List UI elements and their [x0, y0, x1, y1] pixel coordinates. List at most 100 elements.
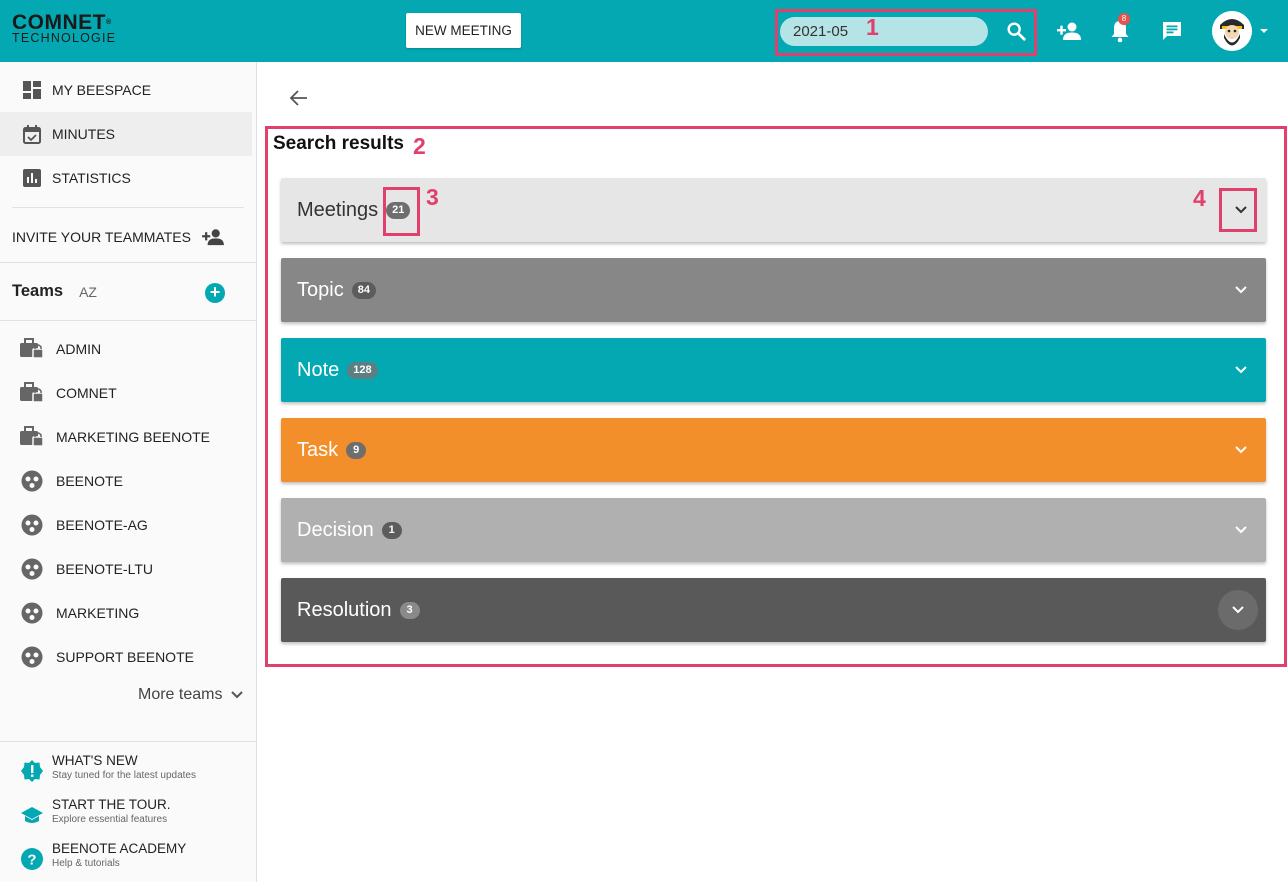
count-badge: 128: [347, 361, 378, 379]
start-tour-title: START THE TOUR.: [52, 797, 171, 812]
add-person-icon: [201, 227, 225, 247]
more-teams-button[interactable]: More teams: [138, 686, 244, 704]
graduation-cap-icon: [20, 803, 44, 827]
sidebar-item-team[interactable]: MARKETING BEENOTE: [20, 422, 210, 452]
sidebar-item-my-beespace[interactable]: MY BEESPACE: [0, 68, 252, 112]
team-label: BEENOTE-LTU: [56, 561, 153, 577]
annotation-label: 1: [866, 14, 879, 40]
panel-label: Meetings: [297, 198, 379, 221]
team-label: COMNET: [56, 385, 117, 401]
panel-label: Decision: [297, 518, 374, 541]
chevron-down-icon[interactable]: [1234, 280, 1248, 305]
locked-briefcase-icon: [20, 381, 44, 405]
result-panel-topic[interactable]: Topic 84: [281, 258, 1266, 322]
count-badge: 1: [381, 521, 402, 539]
teams-title: Teams: [12, 282, 64, 300]
sidebar-item-team[interactable]: BEENOTE-AG: [20, 510, 148, 540]
more-teams-label: More teams: [138, 686, 223, 703]
sidebar-item-label: STATISTICS: [52, 170, 131, 186]
comnet-logo[interactable]: COMNET® TECHNOLOGIE: [12, 12, 117, 45]
add-team-button[interactable]: +: [205, 283, 225, 303]
logo-subtext: TECHNOLOGIE: [12, 31, 117, 45]
notification-count-badge: 8: [1118, 13, 1130, 25]
beenote-academy-title: BEENOTE ACADEMY: [52, 841, 187, 856]
sidebar: MY BEESPACE MINUTES STATISTICS INVITE YO…: [0, 62, 257, 882]
add-person-icon[interactable]: [1056, 20, 1082, 47]
chevron-down-icon: [230, 690, 244, 700]
teams-header: Teams AZ: [12, 282, 97, 301]
team-label: MARKETING: [56, 605, 140, 621]
alert-badge-icon: [20, 759, 44, 783]
divider: [0, 320, 257, 321]
new-meeting-button[interactable]: NEW MEETING: [406, 13, 521, 48]
start-tour-subtitle: Explore essential features: [52, 814, 168, 825]
beenote-academy-subtitle: Help & tutorials: [52, 858, 120, 869]
team-label: SUPPORT BEENOTE: [56, 649, 194, 665]
bar-chart-icon: [22, 168, 42, 188]
chat-icon[interactable]: [1161, 20, 1183, 47]
chevron-down-icon[interactable]: [1234, 440, 1248, 465]
result-panel-resolution[interactable]: Resolution 3: [281, 578, 1266, 642]
sidebar-item-team[interactable]: BEENOTE: [20, 466, 123, 496]
svg-text:?: ?: [27, 852, 36, 869]
team-label: ADMIN: [56, 341, 102, 357]
account-menu-caret-icon[interactable]: [1258, 24, 1270, 42]
divider: [0, 262, 257, 263]
sidebar-item-statistics[interactable]: STATISTICS: [0, 156, 252, 200]
beenote-academy-link[interactable]: ? BEENOTE ACADEMY Help & tutorials: [20, 841, 186, 871]
whats-new-link[interactable]: WHAT'S NEW Stay tuned for the latest upd…: [20, 753, 196, 783]
locked-briefcase-icon: [20, 337, 44, 361]
divider: [0, 741, 257, 742]
annotation-label: 4: [1193, 185, 1206, 211]
divider: [12, 207, 244, 208]
avatar[interactable]: [1212, 11, 1252, 51]
team-label: MARKETING BEENOTE: [56, 429, 211, 445]
annotation-label: 2: [413, 133, 426, 159]
panel-label: Topic: [297, 278, 344, 301]
sidebar-item-label: MY BEESPACE: [52, 82, 152, 98]
result-panel-decision[interactable]: Decision 1: [281, 498, 1266, 562]
panel-label: Note: [297, 358, 340, 381]
invite-teammates-link[interactable]: INVITE YOUR TEAMMATES: [12, 227, 225, 247]
sort-alphabetical-button[interactable]: AZ: [79, 284, 97, 300]
start-tour-link[interactable]: START THE TOUR. Explore essential featur…: [20, 797, 171, 827]
invite-teammates-label: INVITE YOUR TEAMMATES: [12, 229, 191, 245]
calendar-check-icon: [22, 124, 42, 144]
team-circle-icon: [20, 469, 44, 493]
annotation-box-expand: [1219, 188, 1257, 232]
logo-registered-mark: ®: [106, 19, 112, 26]
count-badge: 84: [351, 281, 376, 299]
team-circle-icon: [20, 513, 44, 537]
annotation-box-search: [775, 9, 1037, 56]
chevron-down-icon[interactable]: [1234, 520, 1248, 545]
sidebar-item-team[interactable]: COMNET: [20, 378, 117, 408]
help-circle-icon: ?: [20, 847, 44, 871]
team-circle-icon: [20, 601, 44, 625]
chevron-down-icon[interactable]: [1218, 590, 1258, 630]
annotation-box-count: [383, 187, 420, 236]
team-circle-icon: [20, 557, 44, 581]
count-badge: 3: [399, 601, 420, 619]
annotation-label: 3: [426, 184, 439, 210]
team-circle-icon: [20, 645, 44, 669]
panel-label: Task: [297, 438, 339, 461]
result-panel-task[interactable]: Task 9: [281, 418, 1266, 482]
back-arrow-icon[interactable]: [289, 88, 309, 113]
whats-new-title: WHAT'S NEW: [52, 753, 138, 768]
sidebar-item-label: MINUTES: [52, 126, 115, 142]
chevron-down-icon[interactable]: [1234, 360, 1248, 385]
dashboard-icon: [22, 80, 42, 100]
count-badge: 9: [346, 441, 367, 459]
result-panel-note[interactable]: Note 128: [281, 338, 1266, 402]
sidebar-item-minutes[interactable]: MINUTES: [0, 112, 252, 156]
sidebar-item-team[interactable]: BEENOTE-LTU: [20, 554, 153, 584]
team-label: BEENOTE-AG: [56, 517, 148, 533]
sidebar-item-team[interactable]: MARKETING: [20, 598, 139, 628]
team-label: BEENOTE: [56, 473, 123, 489]
sidebar-item-team[interactable]: ADMIN: [20, 334, 101, 364]
top-bar: COMNET® TECHNOLOGIE NEW MEETING 2021-05 …: [0, 0, 1288, 62]
panel-label: Resolution: [297, 598, 392, 621]
whats-new-subtitle: Stay tuned for the latest updates: [52, 770, 196, 781]
sidebar-item-team[interactable]: SUPPORT BEENOTE: [20, 642, 194, 672]
locked-briefcase-icon: [20, 425, 44, 449]
